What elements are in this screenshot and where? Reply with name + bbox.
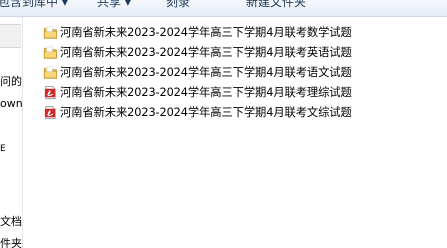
pdf-file-icon xyxy=(44,85,56,99)
folder-icon xyxy=(43,26,58,39)
file-row-folder-chinese[interactable]: 河南省新未来2023-2024学年高三下学期4月联考语文试题 xyxy=(42,62,442,82)
folder-icon xyxy=(43,66,58,79)
share-button[interactable]: 共享 ▾ xyxy=(97,0,131,10)
folder-icon xyxy=(43,46,58,59)
file-row-folder-math[interactable]: 河南省新未来2023-2024学年高三下学期4月联考数学试题 xyxy=(42,22,442,42)
nav-item-5[interactable]: 件夹 xyxy=(0,235,22,248)
file-list: 河南省新未来2023-2024学年高三下学期4月联考数学试题 河南省新未来202… xyxy=(42,22,442,122)
nav-item-3[interactable]: E xyxy=(0,144,6,154)
burn-button[interactable]: 刻录 xyxy=(166,0,190,10)
navigation-pane[interactable]: 问的 own E 文档 件夹 xyxy=(0,17,23,248)
command-toolbar: 包含到库中 ▾ 共享 ▾ 刻录 新建文件夹 xyxy=(0,0,447,17)
file-name: 河南省新未来2023-2024学年高三下学期4月联考语文试题 xyxy=(60,66,352,79)
file-row-folder-english[interactable]: 河南省新未来2023-2024学年高三下学期4月联考英语试题 xyxy=(42,42,442,62)
nav-item-1[interactable]: 问的 xyxy=(0,73,22,89)
pdf-file-icon xyxy=(44,105,56,119)
file-name: 河南省新未来2023-2024学年高三下学期4月联考文综试题 xyxy=(60,106,352,119)
file-name: 河南省新未来2023-2024学年高三下学期4月联考英语试题 xyxy=(60,46,352,59)
nav-item-2[interactable]: own xyxy=(0,97,22,110)
include-in-library-button[interactable]: 包含到库中 ▾ xyxy=(0,0,68,10)
file-row-pdf-liberal-arts[interactable]: 河南省新未来2023-2024学年高三下学期4月联考文综试题 xyxy=(42,102,442,122)
nav-item-4[interactable]: 文档 xyxy=(0,213,22,229)
file-name: 河南省新未来2023-2024学年高三下学期4月联考理综试题 xyxy=(60,86,352,99)
file-name: 河南省新未来2023-2024学年高三下学期4月联考数学试题 xyxy=(60,26,352,39)
file-row-pdf-science[interactable]: 河南省新未来2023-2024学年高三下学期4月联考理综试题 xyxy=(42,82,442,102)
nav-pane-scroll-region[interactable] xyxy=(0,24,21,48)
new-folder-button[interactable]: 新建文件夹 xyxy=(246,0,306,10)
